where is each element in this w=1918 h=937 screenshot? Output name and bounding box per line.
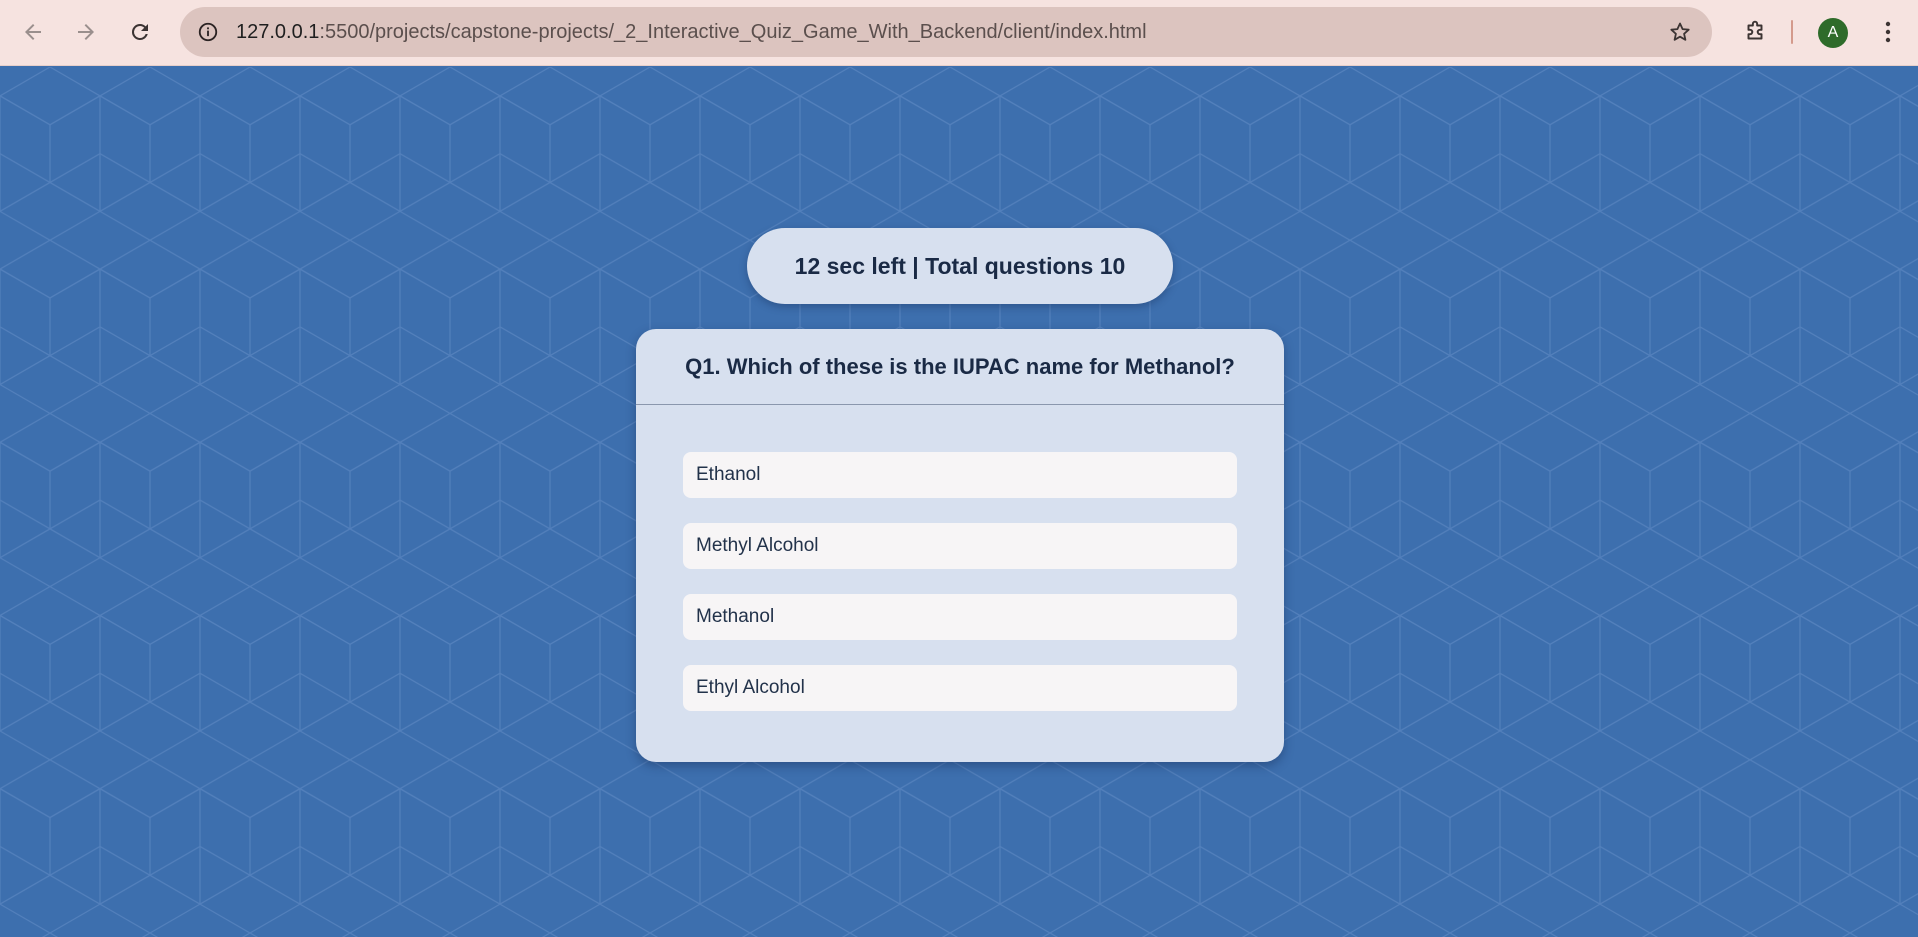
answer-option[interactable]: Methyl Alcohol (683, 523, 1237, 569)
browser-menu-button[interactable] (1872, 13, 1904, 51)
arrow-right-icon (78, 24, 94, 40)
url-host: 127.0.0.1 (236, 21, 320, 43)
forward-button[interactable] (67, 13, 105, 51)
site-info-button[interactable] (190, 14, 226, 50)
extensions-button[interactable] (1736, 13, 1774, 51)
answer-option[interactable]: Ethyl Alcohol (683, 665, 1237, 711)
bookmark-button[interactable] (1664, 16, 1696, 48)
puzzle-icon (1747, 20, 1763, 40)
url-path: :5500/projects/capstone-projects/_2_Inte… (319, 21, 1147, 43)
browser-toolbar: 127.0.0.1:5500/projects/capstone-project… (0, 0, 1918, 66)
reload-icon (131, 23, 148, 40)
url-text[interactable]: 127.0.0.1:5500/projects/capstone-project… (236, 7, 1147, 57)
arrow-left-icon (25, 24, 41, 40)
star-icon (1670, 22, 1690, 41)
answer-options: Ethanol Methyl Alcohol Methanol Ethyl Al… (683, 452, 1237, 736)
kebab-menu-icon (1885, 21, 1891, 43)
answer-option[interactable]: Ethanol (683, 452, 1237, 498)
quiz-card: Q1. Which of these is the IUPAC name for… (636, 329, 1284, 762)
page-viewport: 12 sec left | Total questions 10 Q1. Whi… (0, 67, 1918, 937)
info-icon (198, 22, 218, 42)
timer-status: 12 sec left | Total questions 10 (747, 228, 1173, 304)
address-bar[interactable]: 127.0.0.1:5500/projects/capstone-project… (180, 7, 1712, 57)
answer-option[interactable]: Methanol (683, 594, 1237, 640)
question-title: Q1. Which of these is the IUPAC name for… (636, 329, 1284, 405)
reload-button[interactable] (121, 13, 159, 51)
profile-avatar[interactable]: A (1818, 18, 1848, 48)
back-button[interactable] (14, 13, 52, 51)
toolbar-divider (1791, 20, 1793, 44)
